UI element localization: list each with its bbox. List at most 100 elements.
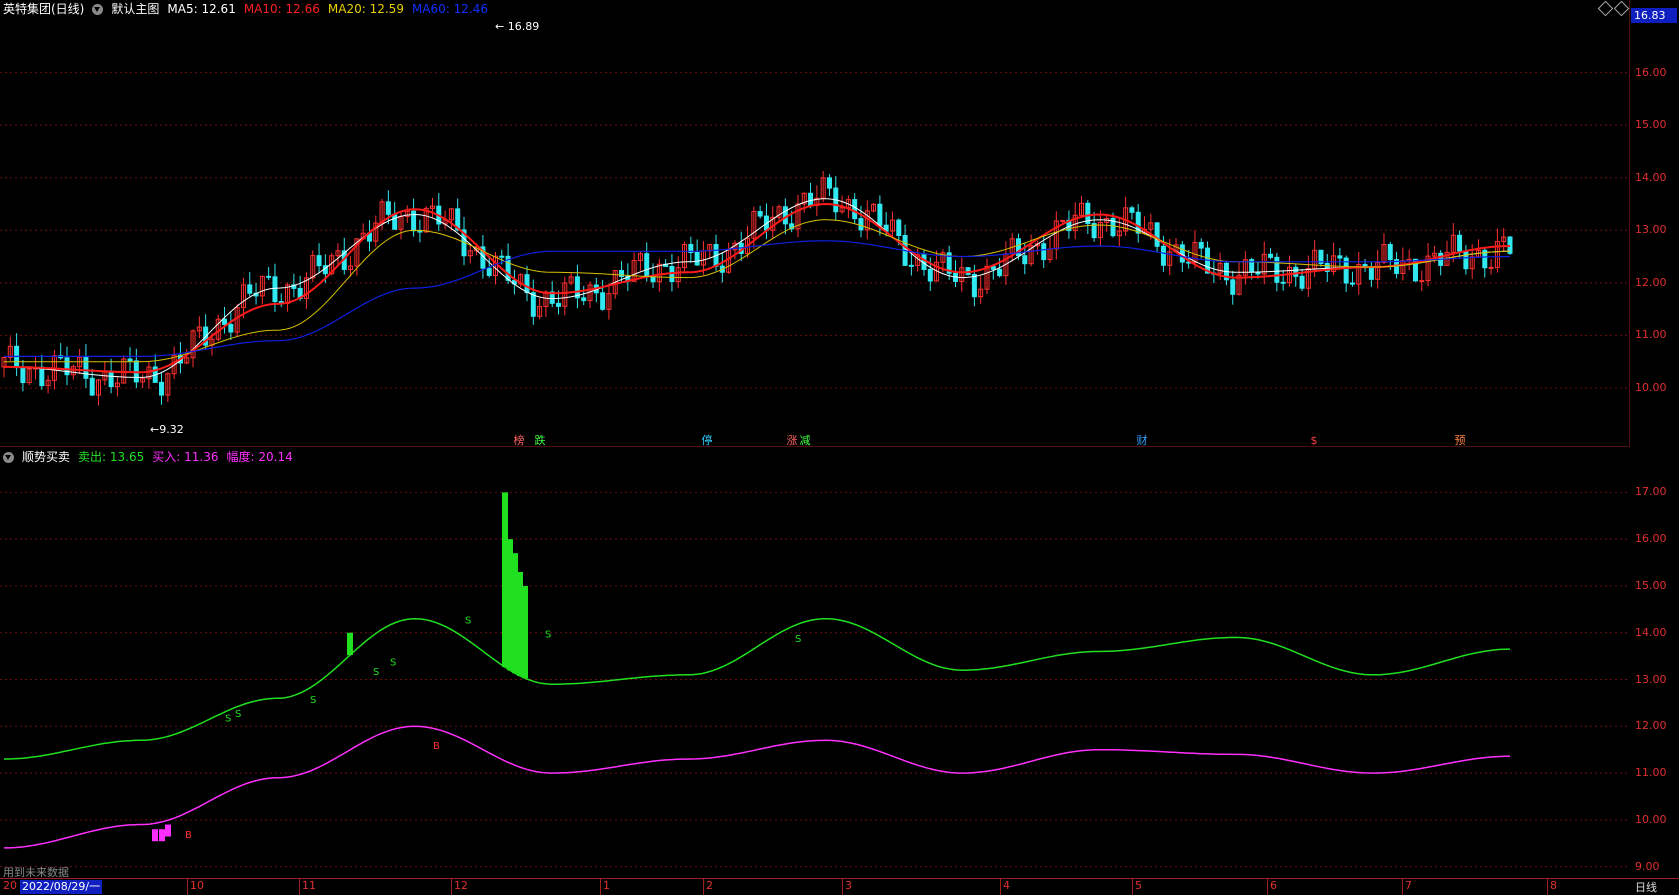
candle-body <box>228 323 234 333</box>
candle-body <box>826 177 832 189</box>
x-axis-month-label: 1 <box>603 879 610 892</box>
event-marker[interactable]: 减 <box>798 434 812 448</box>
candle-body <box>1337 255 1343 259</box>
candle-body <box>524 274 530 294</box>
x-axis-tick <box>600 878 601 895</box>
x-axis-start-label: 20 <box>3 879 17 892</box>
sub-y-tick-label: 10.00 <box>1635 812 1667 826</box>
series-ma10-line <box>4 202 1511 374</box>
sub-y-tick-label: 14.00 <box>1635 625 1667 639</box>
x-axis-line <box>0 878 1679 879</box>
event-marker[interactable]: 跌 <box>533 434 547 448</box>
candle-body <box>266 275 272 278</box>
series-ma5-line <box>3 198 1510 378</box>
event-marker[interactable]: 财 <box>1135 434 1149 448</box>
event-marker[interactable]: 预 <box>1453 434 1467 448</box>
candle-body <box>20 367 26 384</box>
candle-body <box>1488 266 1494 269</box>
candle-body <box>694 252 700 266</box>
x-axis-month-label: 7 <box>1405 879 1412 892</box>
sell-signal-marker: S <box>390 657 396 668</box>
candle-body <box>385 201 391 215</box>
candle-body <box>971 273 977 298</box>
candle-body <box>908 264 914 267</box>
candle-body <box>1041 243 1047 261</box>
buy-signal-bar <box>165 824 171 837</box>
period-label[interactable]: 日线 <box>1635 879 1657 895</box>
x-axis-tick <box>1000 878 1001 895</box>
buy-line <box>4 725 1511 849</box>
main-y-tick-label: 11.00 <box>1635 328 1667 342</box>
price-chart[interactable]: ← 16.89 ←9.32 <box>0 0 1630 447</box>
candle-body <box>858 218 864 231</box>
candle-body <box>1268 253 1274 258</box>
max-price-label: ← 16.89 <box>495 20 539 33</box>
candle-body <box>530 292 536 317</box>
candle-body <box>247 284 253 294</box>
candle-body <box>89 377 95 396</box>
series-ma20-line <box>4 219 1510 363</box>
buy-signal-bar <box>152 829 158 842</box>
sub-y-tick-label: 15.00 <box>1635 578 1667 592</box>
cursor-date: 2022/08/29/一 <box>20 880 103 894</box>
candle-body <box>486 267 492 276</box>
candle-body <box>1419 280 1425 283</box>
main-y-tick-label: 12.00 <box>1635 275 1667 289</box>
candle-body <box>1154 222 1160 247</box>
sell-signal-marker: S <box>545 629 551 640</box>
stock-chart-window: 英特集团(日线) 默认主图 MA5: 12.61 MA10: 12.66 MA2… <box>0 0 1679 895</box>
candle-body <box>127 358 133 362</box>
sell-signal-marker: S <box>310 695 316 706</box>
candle-body <box>108 371 114 388</box>
main-y-tick-label: 15.00 <box>1635 118 1667 132</box>
candle-body <box>619 270 625 277</box>
candle-body <box>1230 279 1236 295</box>
min-price-label: ←9.32 <box>150 423 184 436</box>
sell-signal-marker: S <box>373 667 379 678</box>
event-marker[interactable]: $ <box>1307 434 1321 448</box>
event-marker[interactable]: 停 <box>700 434 714 448</box>
event-marker[interactable]: 榜 <box>512 434 526 448</box>
main-y-tick-label: 10.00 <box>1635 380 1667 394</box>
candle-body <box>896 219 902 236</box>
sub-y-tick-label: 9.00 <box>1635 859 1660 873</box>
x-axis-tick <box>1132 878 1133 895</box>
main-y-tick-label: 16.00 <box>1635 65 1667 79</box>
x-axis-tick <box>187 878 188 895</box>
candle-body <box>1293 266 1299 277</box>
sell-signal-marker: S <box>225 714 231 725</box>
candle-body <box>1299 275 1305 289</box>
candle-body <box>1022 255 1028 265</box>
candle-body <box>1280 281 1286 284</box>
candle-body <box>808 192 814 206</box>
candle-body <box>757 211 763 217</box>
main-y-tick-label: 13.00 <box>1635 223 1667 237</box>
candle-body <box>83 356 89 379</box>
candle-body <box>556 302 562 307</box>
candle-body <box>392 213 398 230</box>
x-axis-tick <box>1267 878 1268 895</box>
buy-signal-bar <box>159 829 165 842</box>
candle-body <box>644 253 650 277</box>
current-price-box: 16.83 <box>1631 8 1677 23</box>
x-axis-tick <box>451 878 452 895</box>
indicator-chart[interactable]: SSSSSS SSBB <box>0 449 1630 879</box>
buy-signal-marker: B <box>185 830 192 841</box>
sub-y-tick-label: 13.00 <box>1635 672 1667 686</box>
candle-body <box>852 199 858 220</box>
x-axis-month-label: 6 <box>1270 879 1277 892</box>
buy-signal-marker: B <box>433 741 440 752</box>
candle-body <box>222 318 228 325</box>
sell-signal-marker: S <box>465 615 471 626</box>
candle-body <box>39 366 45 387</box>
candle-body <box>1160 245 1166 266</box>
main-y-tick-label: 14.00 <box>1635 170 1667 184</box>
x-axis-month-label: 3 <box>845 879 852 892</box>
candle-body <box>316 255 322 267</box>
event-marker[interactable]: 涨 <box>785 434 799 448</box>
x-axis-month-label: 5 <box>1135 879 1142 892</box>
candle-body <box>1060 219 1066 222</box>
sell-signal-marker: S <box>235 709 241 720</box>
candle-body <box>1129 207 1135 213</box>
candle-body <box>581 297 587 302</box>
